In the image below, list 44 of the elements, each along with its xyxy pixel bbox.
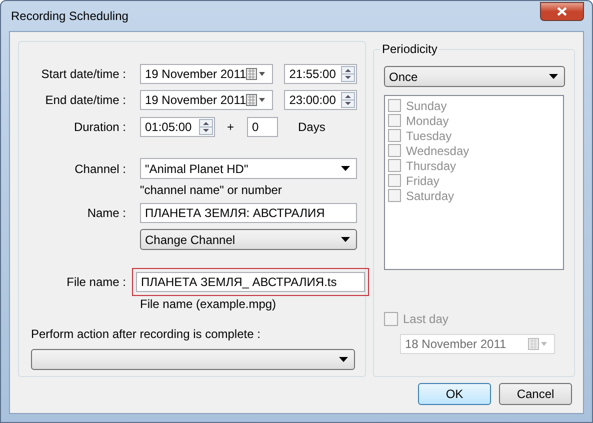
caret-icon — [341, 166, 350, 171]
last-day-label: Last day — [403, 312, 448, 326]
field-label: End date/time : — [44, 93, 127, 107]
action-dropdown[interactable]: Change Channel — [140, 229, 357, 250]
spinner-icon[interactable] — [341, 66, 355, 82]
caret-icon — [339, 357, 348, 362]
field-label: Duration : — [72, 120, 127, 134]
close-button[interactable] — [540, 2, 584, 20]
weekday-label: Friday — [406, 174, 440, 188]
name-field[interactable]: ПЛАНЕТА ЗЕМЛЯ: АВСТРАЛИЯ — [140, 203, 357, 223]
periodicity-dropdown[interactable]: Once — [384, 66, 565, 87]
weekday-label: Tuesday — [406, 128, 452, 142]
plus-sign: + — [227, 120, 234, 134]
spinner-icon[interactable] — [199, 119, 213, 135]
dialog-button[interactable]: OK — [418, 383, 491, 405]
field-label: Start date/time : — [40, 67, 127, 81]
weekday-label: Thursday — [406, 158, 456, 172]
weekday-label: Wednesday — [406, 144, 470, 158]
close-icon — [557, 6, 567, 16]
channel-hint: "channel name" or number — [140, 183, 283, 197]
caret-icon — [549, 74, 558, 79]
post-action-dropdown[interactable] — [31, 349, 355, 370]
periodicity-title: Periodicity — [380, 42, 440, 56]
weekday-label: Monday — [406, 114, 449, 128]
days-label: Days — [298, 120, 326, 134]
field-label: File name : — [66, 275, 127, 289]
file-name-field[interactable]: ПЛАНЕТА ЗЕМЛЯ_ АВСТРАЛИЯ.ts — [136, 272, 365, 292]
file-name-hint: File name (example.mpg) — [140, 297, 278, 311]
dialog-button[interactable]: Cancel — [499, 383, 572, 405]
weekday-label: Saturday — [406, 188, 454, 202]
days-field[interactable]: 0 — [247, 117, 278, 137]
duration-field[interactable]: 01:05:00 — [140, 117, 215, 137]
action-label: Perform action after recording is complete : — [31, 327, 262, 341]
spinner-icon[interactable] — [341, 92, 355, 108]
channel-dropdown[interactable]: "Animal Planet HD" — [140, 158, 357, 179]
field-label: Channel : — [74, 162, 127, 176]
caret-icon — [341, 237, 350, 242]
field-label: Name : — [86, 206, 127, 220]
time-field[interactable]: 23:00:00 — [284, 90, 357, 110]
window-title: Recording Scheduling — [10, 9, 128, 23]
date-picker[interactable]: 19 November 2011 — [140, 90, 274, 110]
weekday-label: Sunday — [406, 98, 447, 112]
date-picker[interactable]: 19 November 2011 — [140, 64, 274, 84]
time-field[interactable]: 21:55:00 — [284, 64, 357, 84]
